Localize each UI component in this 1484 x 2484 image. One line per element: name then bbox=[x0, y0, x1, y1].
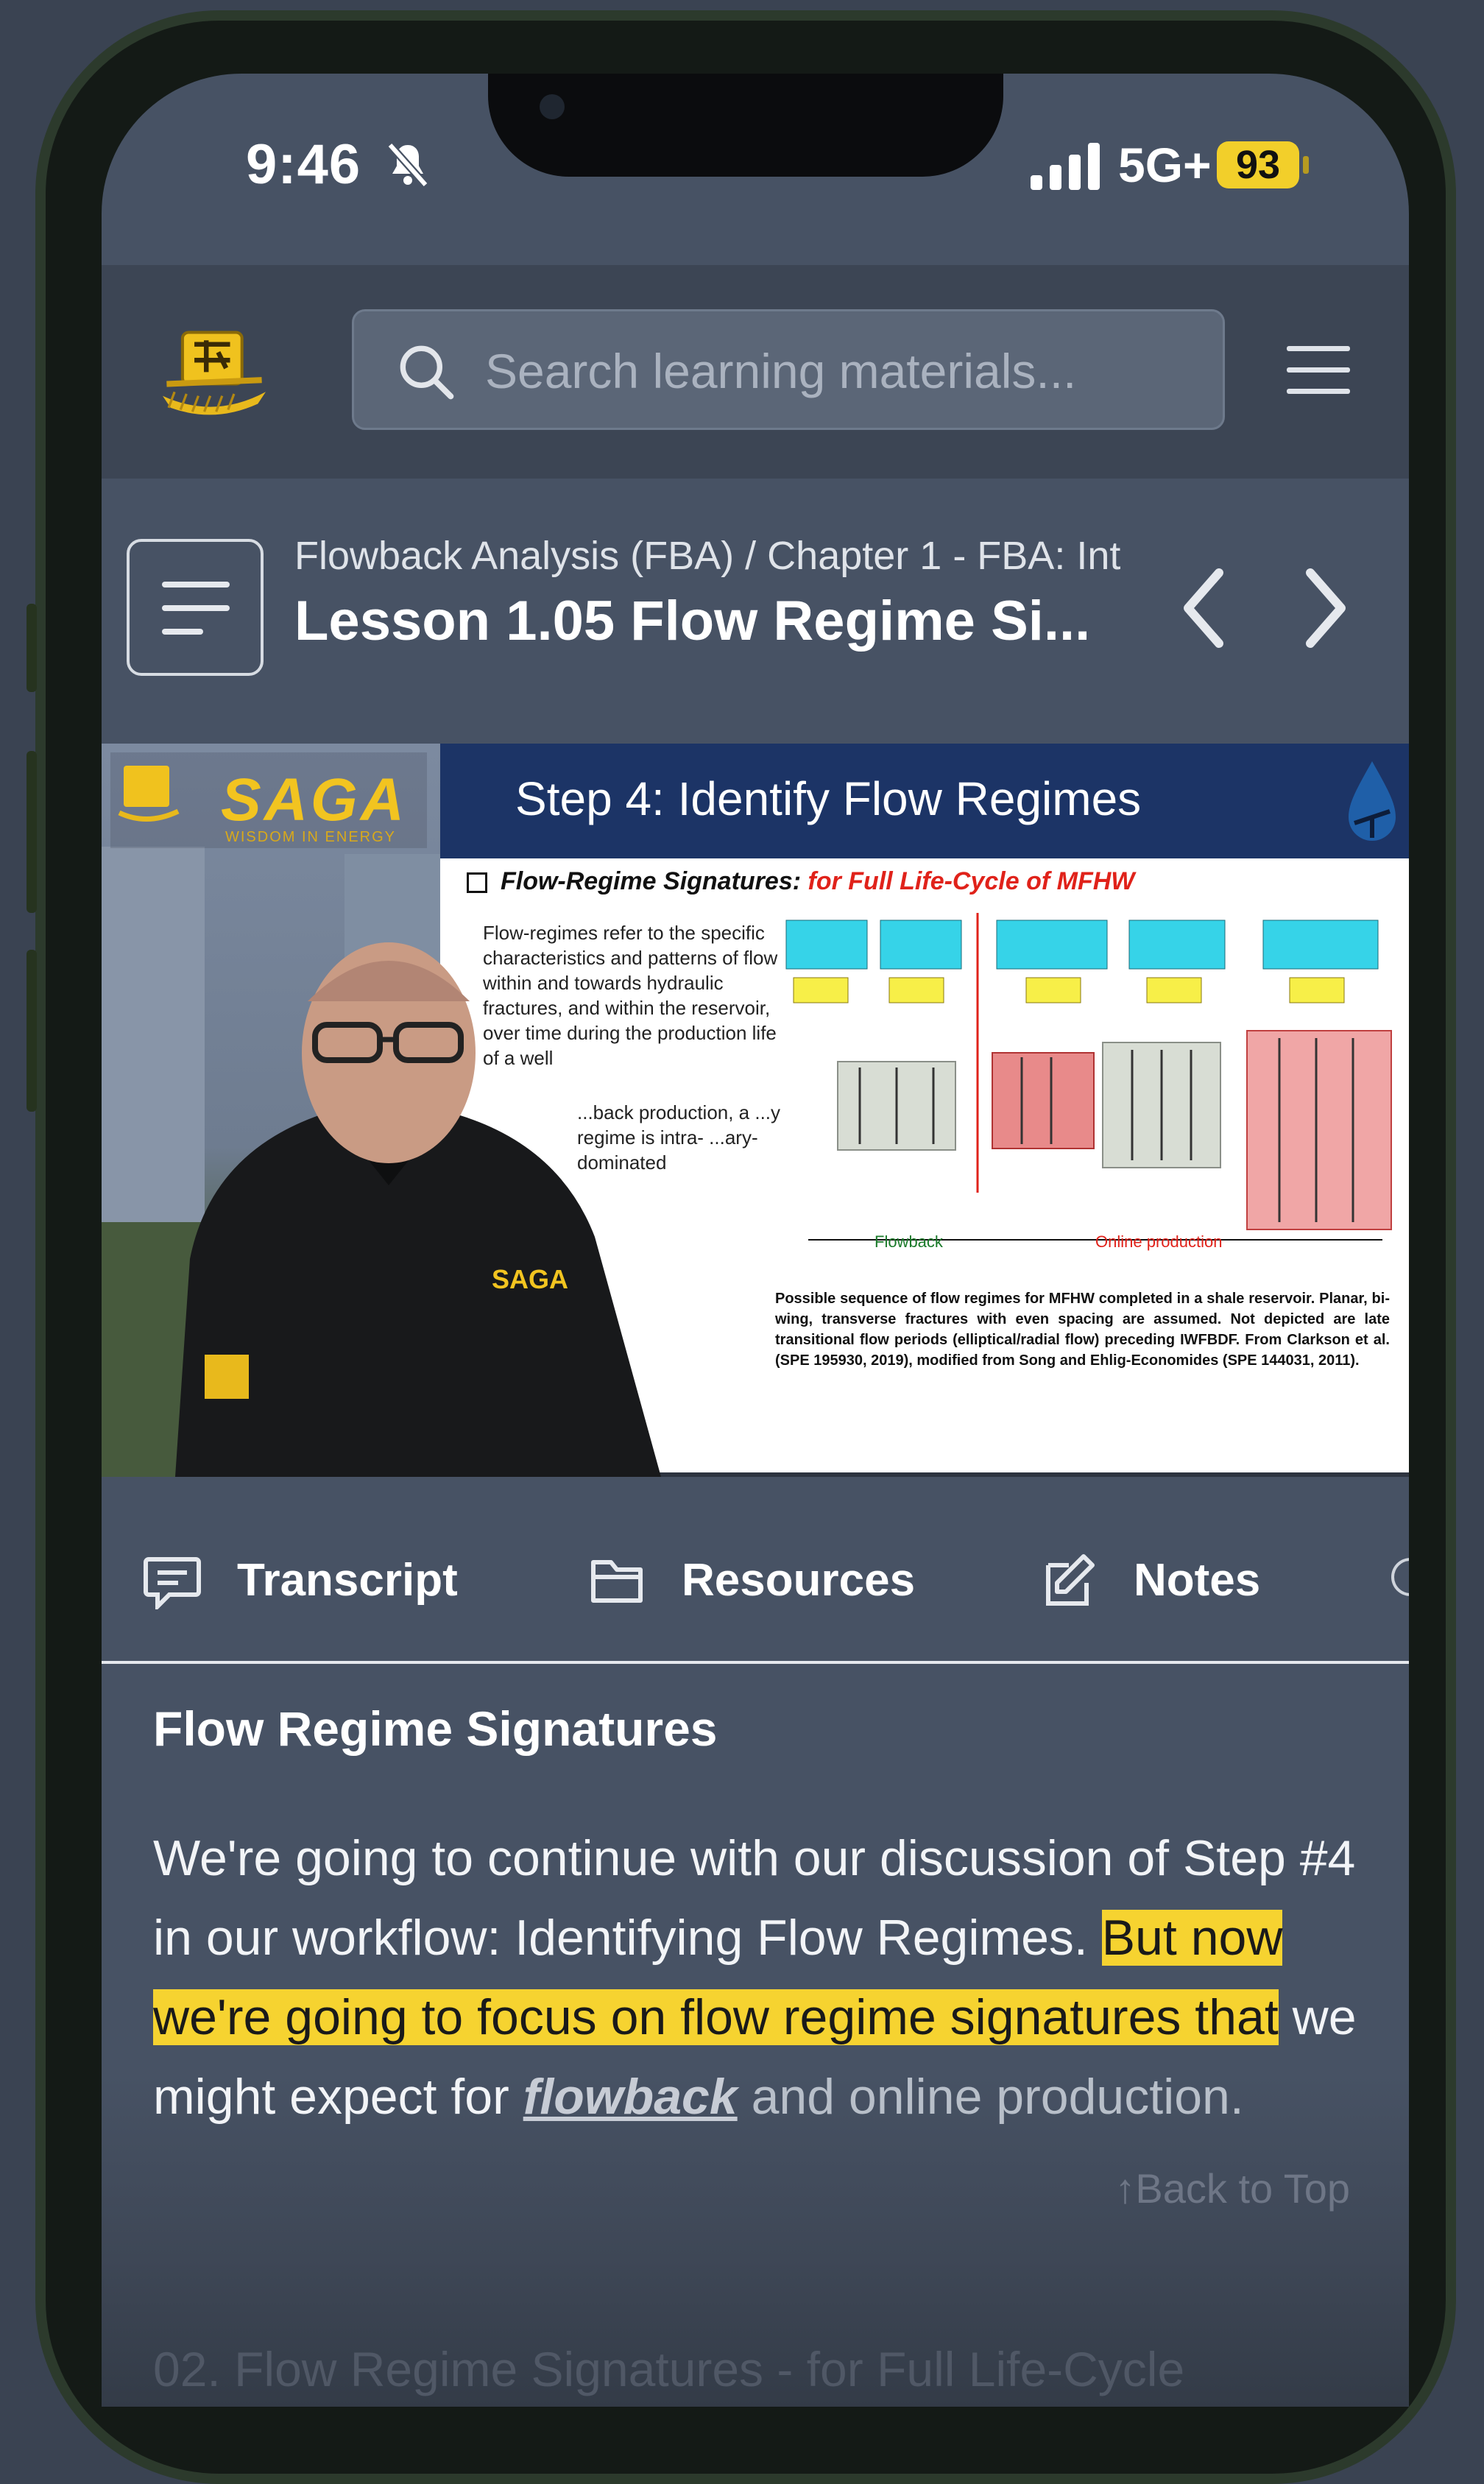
camera bbox=[540, 94, 565, 119]
brand-name: SAGA bbox=[221, 766, 407, 833]
video-player[interactable]: SAGA WISDOM IN ENERGY Step 4: Identify F… bbox=[102, 744, 1409, 1477]
previous-lesson-icon[interactable] bbox=[1170, 564, 1237, 652]
saga-brand-logo: SAGA WISDOM IN ENERGY bbox=[110, 752, 427, 848]
transcript-icon bbox=[144, 1557, 201, 1609]
search-icon bbox=[400, 345, 454, 400]
partial-text-line bbox=[153, 1636, 1360, 1658]
next-section-heading: 02. Flow Regime Signatures - for Full Li… bbox=[153, 2342, 1185, 2396]
slide-header: Step 4: Identify Flow Regimes bbox=[440, 744, 1409, 858]
battery-indicator: 93 bbox=[1217, 141, 1299, 188]
list-icon bbox=[162, 582, 230, 635]
network-type: 5G+ bbox=[1118, 138, 1212, 192]
flowback-label: Flowback bbox=[875, 1232, 943, 1251]
lesson-title: Lesson 1.05 Flow Regime Si... bbox=[294, 590, 1091, 652]
slide-caption: Possible sequence of flow regimes for MF… bbox=[775, 1291, 1390, 1369]
tab-transcript[interactable]: Transcript bbox=[143, 1547, 458, 1613]
tab-resources[interactable]: Resources bbox=[587, 1547, 915, 1613]
transcript-content: Flow Regime Signatures We're going to co… bbox=[102, 1664, 1409, 2407]
brand-tagline: WISDOM IN ENERGY bbox=[225, 829, 397, 845]
tab-transcript-label: Transcript bbox=[237, 1554, 458, 1606]
transcript-paragraph[interactable]: We're going to continue with our discuss… bbox=[153, 1818, 1360, 2137]
breadcrumb[interactable]: Flowback Analysis (FBA) / Chapter 1 - FB… bbox=[294, 533, 1120, 579]
section-heading: Flow Regime Signatures bbox=[153, 1701, 718, 1756]
glossary-link[interactable]: flowback bbox=[523, 2069, 738, 2125]
app-header bbox=[102, 265, 1409, 479]
menu-icon[interactable] bbox=[1287, 346, 1350, 395]
notch bbox=[488, 74, 1003, 177]
phone-screen: 9:46 5G+ 93 Flowback Analysis (FBA) / Ch… bbox=[102, 74, 1409, 2407]
phone-volume-up bbox=[26, 751, 37, 913]
online-production-label: Online production bbox=[1095, 1232, 1223, 1251]
presenter: SAGA bbox=[175, 942, 661, 1477]
phone-volume-down bbox=[26, 950, 37, 1112]
phone-side-button bbox=[26, 604, 37, 692]
signal-icon bbox=[1031, 143, 1100, 190]
bell-muted-icon bbox=[387, 142, 428, 188]
back-to-top-link[interactable]: ↑Back to Top bbox=[1114, 2164, 1350, 2212]
tab-overflow-icon[interactable] bbox=[1391, 1558, 1409, 1596]
edit-icon bbox=[1046, 1554, 1095, 1606]
slide-subtitle-highlight: for Full Life-Cycle of MFHW bbox=[808, 867, 1135, 895]
next-lesson-icon[interactable] bbox=[1293, 564, 1359, 652]
checkbox-bullet-icon bbox=[467, 872, 487, 894]
tab-notes[interactable]: Notes bbox=[1039, 1547, 1260, 1613]
search-input[interactable] bbox=[484, 334, 1193, 409]
para-text: and online production. bbox=[751, 2069, 1244, 2125]
flow-regime-figure bbox=[785, 913, 1392, 1241]
svg-text:SAGA: SAGA bbox=[492, 1264, 568, 1294]
arrow-up-icon: ↑ bbox=[1114, 2165, 1136, 2212]
search-bar[interactable] bbox=[352, 309, 1225, 430]
saga-ship-logo-icon[interactable] bbox=[155, 317, 274, 420]
tab-notes-label: Notes bbox=[1134, 1554, 1261, 1606]
slide-title: Step 4: Identify Flow Regimes bbox=[515, 772, 1142, 825]
table-of-contents-button[interactable] bbox=[127, 539, 264, 676]
pump-jack-icon bbox=[1349, 761, 1396, 841]
back-to-top-label: Back to Top bbox=[1135, 2165, 1350, 2212]
battery-tip bbox=[1303, 156, 1309, 174]
lesson-header: Flowback Analysis (FBA) / Chapter 1 - FB… bbox=[102, 479, 1409, 744]
tab-resources-label: Resources bbox=[682, 1554, 916, 1606]
folder-icon bbox=[591, 1560, 643, 1603]
status-time: 9:46 bbox=[246, 133, 361, 196]
